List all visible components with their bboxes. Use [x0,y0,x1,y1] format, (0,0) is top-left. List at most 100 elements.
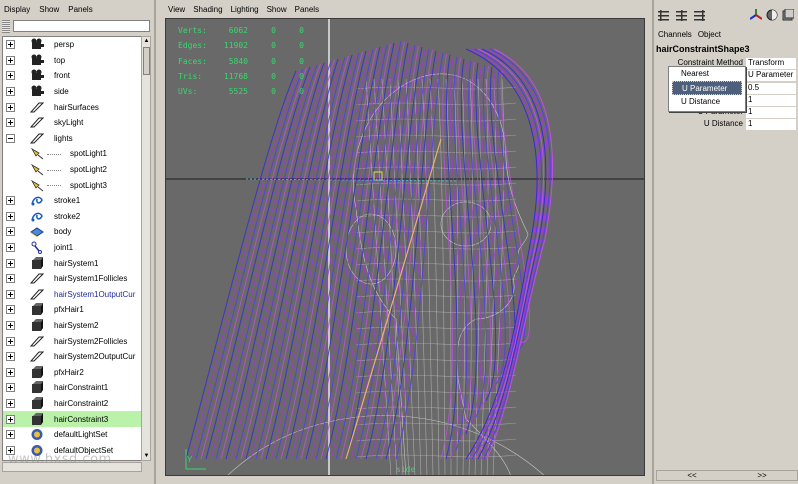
attribute-value-field[interactable]: 1 [746,95,796,106]
expand-icon[interactable] [6,227,15,237]
menu-lighting[interactable]: Lighting [231,5,259,14]
axis-y-label: Y [187,455,193,464]
attribute-value-field[interactable]: Transform [746,58,796,69]
outliner-menubar: Display Show Panels [0,0,154,18]
outliner-item-label: spotLight3 [70,180,107,190]
set-icon [29,428,45,442]
hud-triangle-count: 0 [299,56,304,66]
expand-icon[interactable] [6,243,15,253]
outliner-item-spot-light-2[interactable]: spotLight2 [3,162,141,178]
channel-layout-icon-3[interactable] [693,9,705,21]
expand-icon[interactable] [6,40,15,50]
menu-object[interactable]: Object [698,30,721,42]
outliner-item-lights[interactable]: lights [3,131,141,147]
layer-icon[interactable] [782,9,794,21]
hud-selected-count: 0 [271,72,276,82]
expand-icon[interactable] [6,352,15,362]
outliner-item-persp[interactable]: persp [3,37,141,53]
3d-viewport[interactable]: Verts: 6062 0 0 Edges: 11902 0 0 Faces: 5840 0 0 Tri… [165,18,645,476]
outliner-item-sky-light[interactable]: skyLight [3,115,141,131]
expand-icon[interactable] [6,383,15,393]
expand-icon[interactable] [6,289,15,299]
outliner-item-top[interactable]: top [3,53,141,69]
outliner-item-spot-light-3[interactable]: spotLight3 [3,177,141,193]
expand-icon[interactable] [6,367,15,377]
outliner-item-spot-light-1[interactable]: spotLight1 [3,146,141,162]
collapse-icon[interactable] [6,133,15,143]
outliner-item-hair-system-2output-cur[interactable]: hairSystem2OutputCur [3,349,141,365]
outliner-item-side[interactable]: side [3,84,141,100]
expand-icon[interactable] [6,398,15,408]
outliner-item-stroke-2[interactable]: stroke2 [3,209,141,225]
outliner-item-default-light-set[interactable]: defaultLightSet [3,427,141,443]
menu-panels[interactable]: Panels [68,5,92,14]
menu-panels[interactable]: Panels [295,5,319,14]
menu-shading[interactable]: Shading [193,5,222,14]
outliner-item-hair-system-1output-cur[interactable]: hairSystem1OutputCur [3,287,141,303]
outliner-item-pfx-hair-2[interactable]: pfxHair2 [3,364,141,380]
outliner-item-body[interactable]: body [3,224,141,240]
outliner-item-hair-system-1follicles[interactable]: hairSystem1Follicles [3,271,141,287]
scroll-up-icon[interactable]: ▲ [143,37,150,45]
outliner-item-hair-system-2follicles[interactable]: hairSystem2Follicles [3,333,141,349]
outliner-item-label: pfxHair1 [54,305,84,315]
expand-icon[interactable] [6,305,15,315]
outliner-item-hair-system-2[interactable]: hairSystem2 [3,318,141,334]
outliner-item-hair-constraint-2[interactable]: hairConstraint2 [3,396,141,412]
expand-icon[interactable] [6,430,15,440]
mesh-horizontal-line [355,246,517,250]
outliner-item-joint-1[interactable]: joint1 [3,240,141,256]
outliner-item-stroke-1[interactable]: stroke1 [3,193,141,209]
expand-icon[interactable] [6,71,15,81]
render-sphere-icon[interactable] [766,9,778,21]
dropdown-option-u-parameter[interactable]: U Parameter [672,81,742,95]
outliner-item-hair-constraint-3[interactable]: hairConstraint3 [3,411,141,427]
grip-handle-icon[interactable] [2,19,10,33]
outliner-item-front[interactable]: front [3,68,141,84]
expand-icon[interactable] [6,336,15,346]
expand-icon[interactable] [6,102,15,112]
point-method-dropdown[interactable]: Nearest U Parameter U Distance [668,66,746,112]
axis-tripod-icon[interactable] [750,9,762,21]
menu-show[interactable]: Show [39,5,59,14]
expand-icon[interactable] [6,274,15,284]
attribute-row[interactable]: U Distance1 [654,119,796,130]
expand-icon[interactable] [6,87,15,97]
outliner-panel: Display Show Panels persp top front side hai… [0,0,156,484]
outliner-item-hair-constraint-1[interactable]: hairConstraint1 [3,380,141,396]
menu-show[interactable]: Show [267,5,287,14]
outliner-item-label: hairSystem1Follicles [54,274,128,284]
expand-icon[interactable] [6,320,15,330]
hair-curve [235,60,332,460]
channel-box-panel: Channels Object hairConstraintShape3 Con… [652,0,798,484]
expand-icon[interactable] [6,196,15,206]
expand-icon[interactable] [6,414,15,424]
scroll-thumb[interactable] [143,47,150,75]
outliner-filter-input[interactable] [13,20,150,32]
outliner-item-hair-system-1[interactable]: hairSystem1 [3,255,141,271]
outliner-item-hair-surfaces[interactable]: hairSurfaces [3,99,141,115]
channel-layout-icon-2[interactable] [675,9,687,21]
expand-icon[interactable] [6,258,15,268]
expand-icon[interactable] [6,55,15,65]
attribute-value-field[interactable]: 1 [746,107,796,118]
collapse-left-button[interactable]: << [657,471,727,480]
menu-channels[interactable]: Channels [658,30,692,42]
attribute-value-field[interactable]: 1 [746,119,796,130]
attribute-value-field[interactable]: 0.5 [746,83,796,94]
spotlight-icon [29,147,45,161]
scroll-down-icon[interactable]: ▼ [143,452,150,460]
outliner-item-pfx-hair-1[interactable]: pfxHair1 [3,302,141,318]
expand-icon[interactable] [6,211,15,221]
outliner-vertical-scrollbar[interactable]: ▲ ▼ [141,36,151,461]
channel-box-menubar: Channels Object [654,30,798,42]
dropdown-option-u-distance[interactable]: U Distance [669,95,745,109]
outliner-item-label: front [54,71,71,81]
menu-view[interactable]: View [168,5,185,14]
collapse-right-button[interactable]: >> [727,471,797,480]
expand-icon[interactable] [6,118,15,128]
dropdown-option-nearest[interactable]: Nearest [669,67,745,81]
attribute-value-field[interactable]: U Parameter [746,70,796,81]
menu-display[interactable]: Display [4,5,30,14]
channel-layout-icon-1[interactable] [657,9,669,21]
